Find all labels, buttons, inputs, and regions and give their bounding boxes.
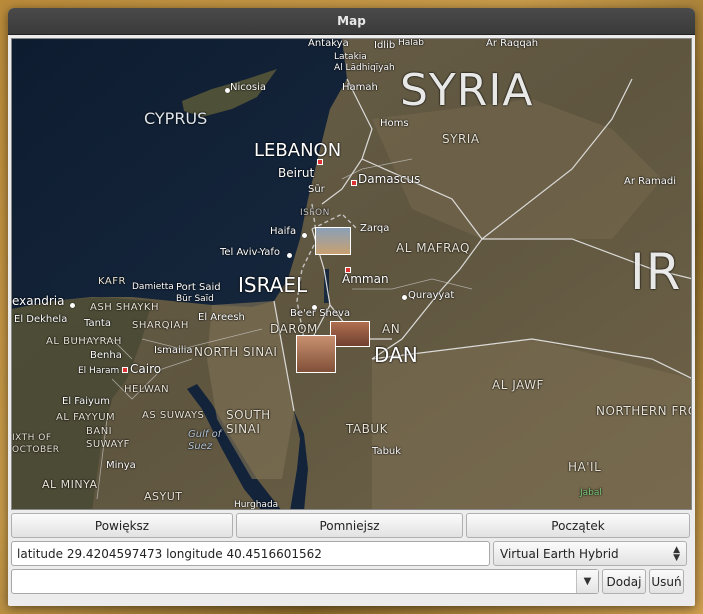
label-tel-aviv: Tel Aviv-Yafo	[220, 247, 281, 258]
label-latakia: Latakia	[334, 52, 367, 62]
label-jordan-an: AN	[382, 322, 401, 336]
label-nicosia: Nicosia	[230, 82, 266, 93]
label-kafr: KAFR	[98, 276, 126, 287]
map-type-select[interactable]: Virtual Earth Hybrid ▲ ▼	[493, 541, 687, 566]
label-el-faiyum: El Faiyum	[62, 396, 111, 407]
home-button[interactable]: Początek	[466, 513, 690, 538]
label-alexandria: exandria	[12, 294, 65, 308]
label-beer-sheva: Be'er Sheva	[290, 308, 351, 319]
label-ar-ramadi: Ar Ramadi	[624, 176, 676, 187]
label-al-minya: AL MINYA	[42, 478, 98, 491]
label-northern-frontier: NORTHERN FRO	[596, 404, 692, 418]
remove-button[interactable]: Usuń	[649, 569, 684, 594]
zoom-in-button[interactable]: Powiększ	[11, 513, 233, 538]
label-amman: Amman	[342, 272, 389, 286]
label-jordan: DAN	[374, 343, 418, 367]
label-syria: SYRIA	[400, 65, 534, 116]
label-asyut: ASYUT	[144, 490, 183, 503]
label-sur: Sūr	[308, 184, 325, 195]
label-hurghada: Hurghada	[234, 500, 279, 510]
label-minya: Minya	[106, 460, 136, 471]
label-bur-said: Būr Saīd	[176, 294, 214, 304]
label-lebanon: LEBANON	[254, 140, 342, 161]
label-sharqiah: SHARQIAH	[132, 320, 189, 331]
photo-thumbnail-desert[interactable]	[296, 335, 336, 373]
label-al-ladhiqiyah: Al Lādhiqīyah	[334, 63, 395, 73]
label-port-said: Port Said	[176, 282, 221, 293]
label-ar-raqqah: Ar Raqqah	[486, 38, 539, 49]
label-idlib: Idlib	[374, 40, 396, 51]
window-title: Map	[337, 14, 366, 28]
label-darom: DAROM	[270, 322, 318, 336]
label-bani-suwayf: BANI SUWAYF	[86, 426, 130, 450]
label-el-haram: El Haram	[78, 366, 120, 376]
label-qurayyat: Qurayyat	[408, 290, 455, 301]
label-cairo: Cairo	[130, 362, 162, 376]
label-gulf-of-suez: Gulf of Suez	[188, 429, 222, 452]
label-helwan: HELWAN	[124, 384, 170, 395]
label-al-buhayrah: AL BUHAYRAH	[46, 336, 122, 347]
label-halab: Halab	[398, 38, 425, 48]
label-tabuk: Tabuk	[372, 446, 402, 457]
coordinates-field[interactable]: latitude 29.4204597473 longitude 40.4516…	[11, 541, 490, 566]
label-damietta: Damietta	[132, 282, 174, 292]
window-titlebar[interactable]: Map	[8, 8, 695, 35]
bookmark-combo[interactable]: ▼	[11, 569, 599, 594]
label-haifa: Haifa	[270, 226, 297, 237]
map-window: Map SYRIA IR CYPRUS LEBANON ISRAEL DAN S…	[8, 8, 695, 606]
label-syria-region: SYRIA	[442, 132, 480, 146]
coordinates-text: latitude 29.4204597473 longitude 40.4516…	[17, 546, 322, 561]
label-as-suways: AS SUWAYS	[142, 410, 205, 421]
label-el-dekhela: El Dekhela	[14, 314, 68, 325]
label-benha: Benha	[90, 350, 122, 361]
photo-thumbnail-petra[interactable]	[315, 227, 351, 255]
map-view[interactable]: SYRIA IR CYPRUS LEBANON ISRAEL DAN SYRIA…	[11, 38, 692, 510]
label-al-fayyum: AL FAYYUM	[56, 412, 116, 423]
label-tabuk-region: TABUK	[346, 422, 388, 436]
label-jabal: Jabal	[580, 488, 602, 498]
label-al-jawf: AL JAWF	[492, 378, 544, 392]
label-sixth-of-october: IXTH OF OCTOBER	[12, 433, 60, 455]
label-israel: ISRAEL	[238, 273, 308, 297]
label-north-sinai: NORTH SINAI	[194, 345, 278, 359]
spin-arrows-icon: ▲ ▼	[673, 544, 680, 563]
label-antakya: Antakya	[308, 38, 349, 49]
label-zarqa: Zarqa	[360, 223, 390, 234]
map-type-value: Virtual Earth Hybrid	[500, 546, 619, 561]
label-hamah: Hamah	[342, 82, 378, 93]
label-hail: HA'IL	[568, 460, 602, 474]
label-ash-shaykh: ASH SHAYKH	[90, 302, 160, 313]
label-isfon: ISFON	[300, 208, 330, 218]
zoom-out-button[interactable]: Pomniejsz	[236, 513, 463, 538]
label-ismailia: Ismailia	[154, 345, 193, 356]
label-damascus: Damascus	[358, 172, 421, 186]
add-button[interactable]: Dodaj	[602, 569, 646, 594]
photo-thumbnail-ruins[interactable]	[330, 321, 370, 347]
label-south-sinai: SOUTH SINAI	[226, 408, 271, 437]
label-homs: Homs	[380, 118, 409, 129]
label-el-arish: El Areesh	[198, 312, 245, 323]
label-beirut: Beirut	[278, 166, 315, 180]
label-cyprus: CYPRUS	[144, 109, 208, 128]
label-iraq: IR	[630, 243, 682, 301]
label-tanta: Tanta	[84, 318, 111, 329]
label-al-mafraq: AL MAFRAQ	[396, 241, 470, 255]
chevron-down-icon[interactable]: ▼	[576, 570, 598, 593]
